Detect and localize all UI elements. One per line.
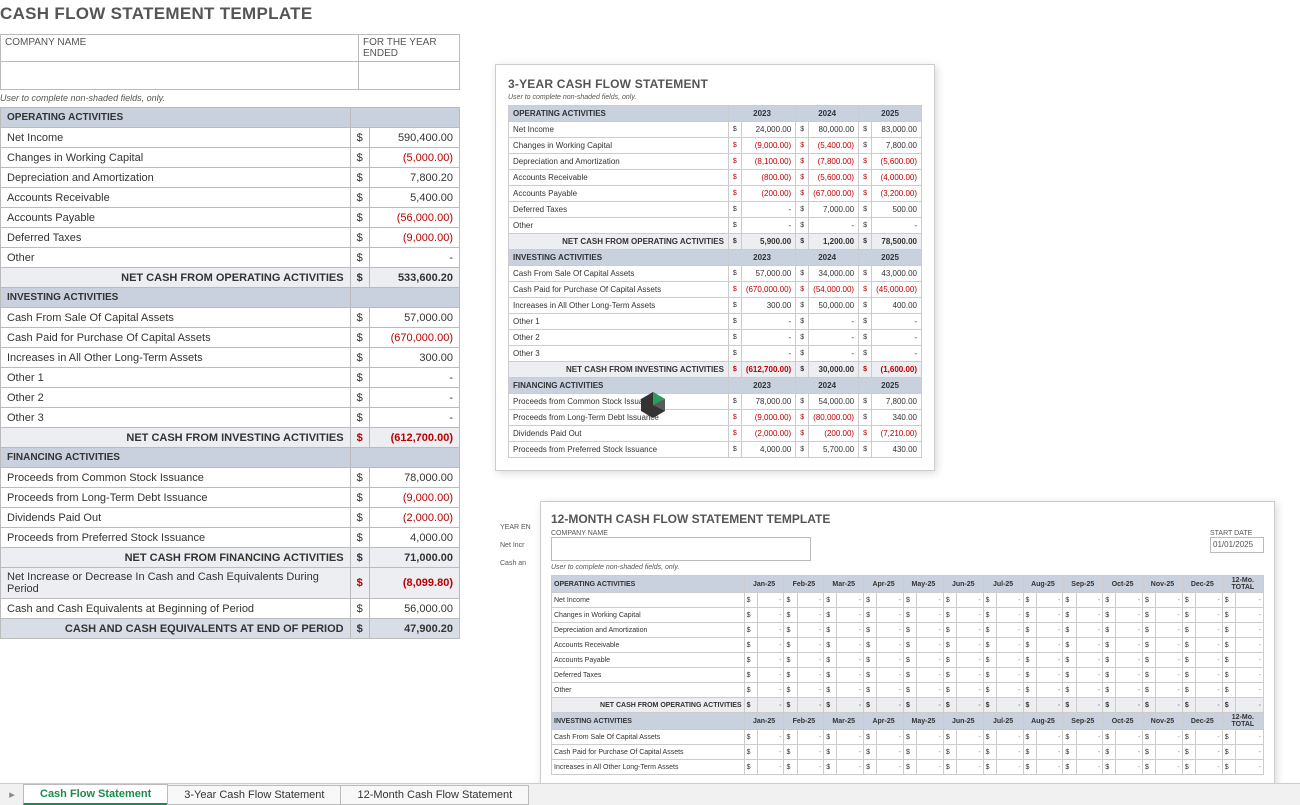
section-investing: INVESTING ACTIVITIES xyxy=(1,288,351,308)
three-year-table: OPERATING ACTIVITIES 2023 2024 2025 Net … xyxy=(508,105,922,458)
row-label: Net Income xyxy=(1,128,351,148)
company-input[interactable] xyxy=(551,537,811,561)
tab-twelve-month[interactable]: 12-Month Cash Flow Statement xyxy=(340,785,529,805)
cash-flow-main-panel: CASH FLOW STATEMENT TEMPLATE COMPANY NAM… xyxy=(0,4,460,639)
year-ended-label: FOR THE YEAR ENDED xyxy=(359,35,459,61)
three-year-panel: 3-YEAR CASH FLOW STATEMENT User to compl… xyxy=(495,64,935,471)
three-year-title: 3-YEAR CASH FLOW STATEMENT xyxy=(508,77,922,91)
instruction-note: User to complete non-shaded fields, only… xyxy=(0,93,460,103)
cell[interactable]: 590,400.00 xyxy=(369,128,459,148)
header-labels: COMPANY NAME FOR THE YEAR ENDED xyxy=(0,34,460,62)
section-financing: FINANCING ACTIVITIES xyxy=(1,448,351,468)
subtotal-financing: NET CASH FROM FINANCING ACTIVITIES xyxy=(1,548,351,568)
twelve-month-title: 12-MONTH CASH FLOW STATEMENT TEMPLATE xyxy=(551,512,1264,526)
subtotal-investing: NET CASH FROM INVESTING ACTIVITIES xyxy=(1,428,351,448)
end-cash-row: CASH AND CASH EQUIVALENTS AT END OF PERI… xyxy=(1,619,351,639)
start-date-label: START DATE xyxy=(1210,530,1264,537)
company-name-label: COMPANY NAME xyxy=(1,35,359,61)
tab-cash-flow[interactable]: Cash Flow Statement xyxy=(23,784,168,805)
m12-netinc: Net Income$-$-$-$-$-$-$-$-$-$-$-$-$- xyxy=(552,593,1264,608)
start-date-input[interactable]: 01/01/2025 xyxy=(1210,537,1264,553)
hexagon-logo-icon xyxy=(638,390,668,420)
sheet-tabs: ▸ Cash Flow Statement 3-Year Cash Flow S… xyxy=(0,783,1300,805)
section-operating: OPERATING ACTIVITIES xyxy=(1,108,351,128)
company-name-input[interactable] xyxy=(1,62,359,89)
cash-flow-table: OPERATING ACTIVITIES Net Income$590,400.… xyxy=(0,107,460,639)
tab-nav-prev-icon[interactable]: ▸ xyxy=(0,788,24,801)
main-title: CASH FLOW STATEMENT TEMPLATE xyxy=(0,4,460,24)
twelve-month-table: OPERATING ACTIVITIES Jan-25Feb-25Mar-25 … xyxy=(551,575,1264,775)
tab-three-year[interactable]: 3-Year Cash Flow Statement xyxy=(167,785,341,805)
net-change-row: Net Increase or Decrease In Cash and Cas… xyxy=(1,568,351,599)
note: User to complete non-shaded fields, only… xyxy=(508,94,922,101)
hidden-fragment: YEAR EN Net Incr Cash an xyxy=(500,519,540,573)
header-inputs xyxy=(0,62,460,90)
note: User to complete non-shaded fields, only… xyxy=(551,564,1264,571)
subtotal-operating: NET CASH FROM OPERATING ACTIVITIES xyxy=(1,268,351,288)
twelve-month-panel: 12-MONTH CASH FLOW STATEMENT TEMPLATE CO… xyxy=(540,501,1275,788)
year-ended-input[interactable] xyxy=(359,62,459,89)
company-label: COMPANY NAME xyxy=(551,530,811,537)
